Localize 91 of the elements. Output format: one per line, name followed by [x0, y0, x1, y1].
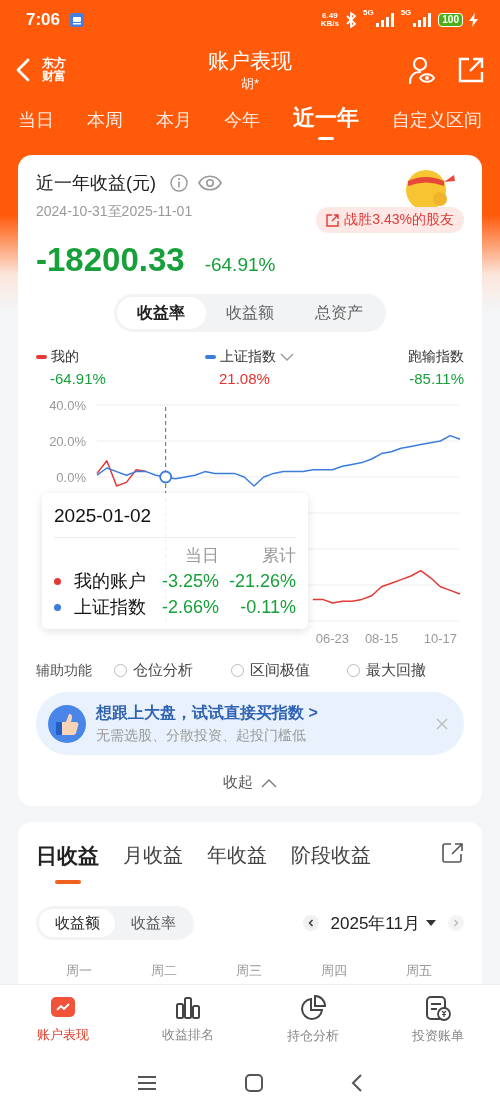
view-tab[interactable]: 收益额 [205, 297, 295, 329]
promo-banner[interactable]: 想跟上大盘，试试直接买指数 > 无需选股、分散投资、起投门槛低 [36, 692, 464, 755]
home-icon[interactable] [245, 1074, 263, 1092]
beat-peers-badge[interactable]: 战胜3.43%的股友 [316, 207, 464, 233]
previous-month-icon[interactable] [302, 915, 319, 931]
view-tab[interactable]: 总资产 [294, 297, 383, 329]
battery-indicator: 100 [438, 13, 463, 27]
network-type: 5G [362, 8, 374, 17]
axis-label: 40.0% [49, 397, 86, 413]
earnings-tab[interactable]: 日收益 [36, 842, 99, 884]
date-range: 2024-10-31至2025-11-01 [36, 203, 194, 221]
nav-tab[interactable]: 持仓分析 [250, 985, 375, 1055]
period-tab[interactable]: 近一年 [293, 104, 360, 140]
chevron-up-icon [261, 777, 277, 788]
series-label: 上证指数 [74, 596, 147, 619]
page-title: 账户表现 [208, 48, 292, 74]
tooltip-value: -3.25% [160, 570, 219, 592]
month-picker[interactable]: 2025年11月 [326, 911, 440, 935]
profit-rate: -64.91% [204, 254, 276, 276]
bar-chart-icon [174, 996, 201, 1020]
trend-chart-icon [49, 996, 76, 1020]
chevron-down-icon[interactable] [280, 352, 294, 362]
legend-value: -64.91% [49, 370, 107, 387]
charging-icon [469, 13, 478, 27]
period-tab[interactable]: 当日 [18, 108, 54, 132]
menu-icon[interactable] [137, 1075, 157, 1091]
axis-label: 08-15 [364, 631, 399, 646]
app-logo: 东方 财富 [42, 57, 66, 83]
back-icon[interactable] [351, 1073, 363, 1093]
signal-icon [374, 13, 395, 27]
share-icon[interactable] [458, 57, 484, 83]
column-header: 当日 [184, 545, 219, 567]
weekday-label: 周五 [405, 962, 434, 980]
user-eye-icon[interactable] [408, 56, 436, 84]
earnings-tab[interactable]: 年收益 [207, 842, 267, 871]
thumbs-up-icon [48, 704, 86, 743]
data-point-marker [159, 470, 173, 484]
period-tab[interactable]: 今年 [224, 108, 261, 132]
weekday-label: 周四 [320, 962, 349, 980]
notification-icon [70, 13, 85, 27]
legend-value: -85.11% [409, 370, 464, 387]
eye-icon[interactable] [198, 175, 222, 191]
collapse-button[interactable]: 收起 [223, 773, 277, 792]
tooltip-value: -0.11% [239, 596, 296, 618]
legend-label: 我的 [51, 348, 79, 366]
nav-tab[interactable]: 收益排名 [125, 985, 250, 1055]
signal-icon [412, 13, 433, 27]
view-tab[interactable]: 收益率 [117, 297, 206, 329]
network-speed: 6.49 KB/s [320, 12, 339, 28]
receipt-icon [424, 995, 451, 1021]
axis-label: 10-17 [423, 631, 457, 646]
close-icon[interactable] [436, 717, 448, 730]
tooltip-value: -21.26% [227, 570, 296, 592]
legend-value: 21.08% [218, 370, 271, 387]
next-month-icon[interactable] [448, 915, 464, 931]
earnings-tab[interactable]: 阶段收益 [291, 842, 371, 871]
legend-label: 上证指数 [220, 348, 276, 366]
profit-amount: -18200.33 [36, 241, 185, 279]
period-tab[interactable]: 自定义区间 [392, 108, 482, 132]
card-title: 近一年收益(元) [36, 172, 156, 195]
nav-tab[interactable]: 投资账单 [375, 985, 500, 1055]
period-tab[interactable]: 本月 [155, 108, 192, 132]
account-name: 胡* [240, 75, 260, 93]
axis-label: 06-23 [315, 631, 350, 646]
network-type: 5G [400, 8, 412, 17]
column-header: 累计 [261, 545, 296, 567]
bluetooth-icon [344, 12, 357, 28]
series-label: 我的账户 [74, 570, 147, 593]
axis-label: 20.0% [49, 433, 86, 449]
assist-label: 辅助功能 [36, 661, 93, 680]
promo-title[interactable]: 想跟上大盘，试试直接买指数 > [96, 702, 426, 724]
weekday-label: 周三 [235, 962, 263, 980]
mode-tab[interactable]: 收益率 [115, 909, 191, 937]
info-icon[interactable] [170, 174, 188, 192]
nav-tab[interactable]: 账户表现 [0, 985, 125, 1055]
legend-label: 跑输指数 [408, 348, 464, 366]
radio-option[interactable]: 区间极值 [230, 661, 348, 680]
mode-tab[interactable]: 收益额 [39, 909, 115, 937]
tooltip-date: 2025-01-02 [54, 505, 296, 538]
share-icon[interactable] [442, 842, 464, 864]
period-tab[interactable]: 本周 [86, 108, 123, 132]
radio-option[interactable]: 仓位分析 [114, 661, 231, 680]
tooltip-value: -2.66% [160, 596, 219, 618]
weekday-label: 周二 [149, 962, 178, 980]
status-time: 7:06 [26, 10, 61, 30]
axis-label: 0.0% [56, 469, 86, 485]
radio-option[interactable]: 最大回撤 [347, 661, 464, 680]
earnings-tab[interactable]: 月收益 [123, 842, 183, 871]
pie-chart-icon [299, 995, 326, 1021]
promo-subtitle: 无需选股、分散投资、起投门槛低 [96, 726, 307, 745]
caret-down-icon [426, 920, 436, 926]
